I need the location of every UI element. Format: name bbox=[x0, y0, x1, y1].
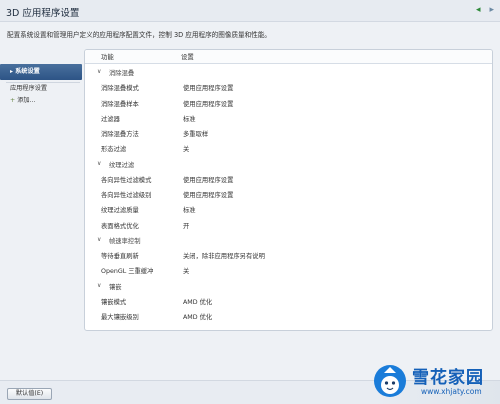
setting-cell: 使用应用程序设置 bbox=[183, 100, 234, 108]
setting-cell: AMD 优化 bbox=[183, 314, 213, 321]
feature-cell: 纹理过滤质量 bbox=[101, 207, 139, 215]
feature-cell: 消除混叠方法 bbox=[101, 131, 139, 138]
table-row[interactable]: OpenGL 三重缓冲 关 bbox=[85, 262, 492, 277]
section-title: 镶嵌 bbox=[109, 283, 122, 291]
nav-buttons: ◂ ▸ bbox=[476, 6, 494, 15]
setting-cell: 开 bbox=[183, 222, 190, 230]
settings-table: ∨ 消除混叠 消除混叠模式 使用应用程序设置 消除混叠样本 使用应用程序设置 过滤器… bbox=[85, 64, 492, 323]
table-row[interactable]: 表面格式优化 开 bbox=[85, 217, 492, 232]
table-header: 功能 设置 bbox=[85, 50, 492, 64]
section-title: 消除混叠 bbox=[109, 70, 135, 77]
table-row[interactable]: 各向异性过滤级别 使用应用程序设置 bbox=[85, 186, 492, 201]
section-frame-rate-control[interactable]: ∨ 帧速率控制 bbox=[85, 232, 492, 247]
table-row[interactable]: 各向异性过滤模式 使用应用程序设置 bbox=[85, 171, 492, 186]
forward-arrow-icon[interactable]: ▸ bbox=[489, 6, 494, 15]
plus-icon: + bbox=[10, 97, 16, 104]
table-row[interactable]: 镶嵌模式 AMD 优化 bbox=[85, 293, 492, 308]
table-row[interactable]: 消除混叠模式 使用应用程序设置 bbox=[85, 79, 492, 94]
feature-cell: 各向异性过滤模式 bbox=[101, 176, 152, 184]
table-row[interactable]: 形态过滤 关 bbox=[85, 140, 492, 155]
window-title: 3D 应用程序设置 bbox=[6, 8, 80, 19]
feature-cell: 镶嵌模式 bbox=[101, 298, 127, 306]
watermark: 雪花家园 www.xhjaty.com bbox=[372, 361, 498, 401]
feature-cell: 各向异性过滤级别 bbox=[101, 192, 152, 199]
chevron-down-icon: ∨ bbox=[97, 235, 102, 243]
setting-cell: 标准 bbox=[183, 115, 196, 123]
feature-cell: OpenGL 三重缓冲 bbox=[101, 268, 154, 276]
watermark-title: 雪花家园 bbox=[412, 368, 484, 388]
section-title: 帧速率控制 bbox=[109, 237, 141, 245]
page-description: 配置系统设置和管理用户定义的应用程序配置文件，控制 3D 应用程序的图像质量和性… bbox=[7, 31, 272, 39]
sidebar-item-system-settings[interactable]: 系统设置 bbox=[0, 64, 82, 80]
sidebar-item-app-settings[interactable]: 应用程序设置 bbox=[0, 83, 82, 95]
setting-cell: 使用应用程序设置 bbox=[183, 85, 234, 93]
feature-cell: 最大镶嵌级别 bbox=[101, 314, 139, 321]
chevron-down-icon: ∨ bbox=[97, 281, 102, 289]
column-header-setting: 设置 bbox=[181, 53, 194, 61]
feature-cell: 形态过滤 bbox=[101, 146, 127, 154]
snowflake-logo-icon bbox=[374, 365, 406, 397]
section-texture-filtering[interactable]: ∨ 纹理过滤 bbox=[85, 156, 492, 171]
table-row[interactable]: 过滤器 标准 bbox=[85, 110, 492, 125]
table-row[interactable]: 最大镶嵌级别 AMD 优化 bbox=[85, 308, 492, 323]
setting-cell: 关 bbox=[183, 146, 190, 154]
chevron-down-icon: ∨ bbox=[97, 68, 102, 75]
sidebar: 系统设置 应用程序设置 +添加... bbox=[0, 60, 82, 360]
sidebar-item-add-label: 添加... bbox=[17, 97, 36, 104]
setting-cell: AMD 优化 bbox=[183, 298, 213, 306]
settings-panel: 功能 设置 ∨ 消除混叠 消除混叠模式 使用应用程序设置 消除混叠样本 使用应用程序… bbox=[84, 49, 493, 331]
watermark-url: www.xhjaty.com bbox=[421, 387, 482, 396]
sidebar-item-add[interactable]: + 添加... bbox=[0, 95, 82, 107]
feature-cell: 表面格式优化 bbox=[101, 222, 139, 230]
column-header-feature: 功能 bbox=[101, 53, 114, 61]
section-tessellation[interactable]: ∨ 镶嵌 bbox=[85, 278, 492, 293]
table-row[interactable]: 等待垂直刷新 关闭，除非应用程序另有说明 bbox=[85, 247, 492, 262]
setting-cell: 标准 bbox=[183, 207, 196, 215]
setting-cell: 多重取样 bbox=[183, 131, 209, 138]
feature-cell: 消除混叠样本 bbox=[101, 100, 139, 108]
setting-cell: 关闭，除非应用程序另有说明 bbox=[183, 253, 265, 260]
table-row[interactable]: 纹理过滤质量 标准 bbox=[85, 201, 492, 216]
setting-cell: 使用应用程序设置 bbox=[183, 176, 234, 184]
default-button[interactable]: 默认值(E) bbox=[7, 388, 52, 400]
back-arrow-icon[interactable]: ◂ bbox=[476, 6, 481, 15]
section-title: 纹理过滤 bbox=[109, 161, 135, 169]
feature-cell: 等待垂直刷新 bbox=[101, 253, 139, 260]
setting-cell: 使用应用程序设置 bbox=[183, 192, 234, 199]
section-antialiasing[interactable]: ∨ 消除混叠 bbox=[85, 64, 492, 79]
chevron-down-icon: ∨ bbox=[97, 159, 102, 167]
title-bar: 3D 应用程序设置 ◂ ▸ bbox=[0, 0, 500, 22]
feature-cell: 过滤器 bbox=[101, 115, 120, 123]
setting-cell: 关 bbox=[183, 268, 190, 276]
feature-cell: 消除混叠模式 bbox=[101, 85, 139, 93]
table-row[interactable]: 消除混叠样本 使用应用程序设置 bbox=[85, 95, 492, 110]
table-row[interactable]: 消除混叠方法 多重取样 bbox=[85, 125, 492, 140]
